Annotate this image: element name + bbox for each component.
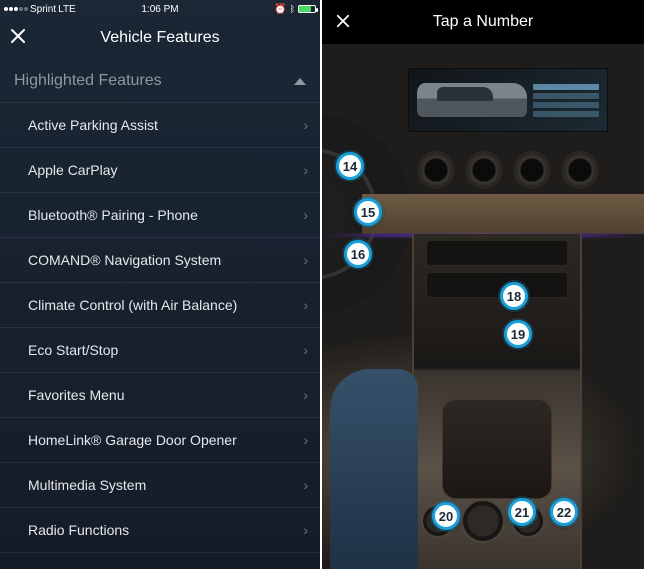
screen-vehicle-features: Sprint LTE 1:06 PM ⏰ ᛒ Vehicle Features … [0,0,322,569]
feature-item-climate-control[interactable]: Climate Control (with Air Balance) › [0,283,320,328]
feature-item-eco-start-stop[interactable]: Eco Start/Stop › [0,328,320,373]
hotspot-20[interactable]: 20 [432,502,460,530]
collapse-caret-icon [294,78,306,85]
section-header-label: Highlighted Features [14,72,162,90]
feature-item-radio[interactable]: Radio Functions › [0,508,320,553]
chevron-right-icon: › [303,207,308,223]
feature-item-favorites-menu[interactable]: Favorites Menu › [0,373,320,418]
hotspot-number: 20 [439,509,453,524]
hotspot-21[interactable]: 21 [508,498,536,526]
feature-item-active-parking-assist[interactable]: Active Parking Assist › [0,103,320,148]
status-right: ⏰ ᛒ [274,4,316,15]
signal-strength-icon [4,7,28,11]
feature-label: Multimedia System [28,477,146,493]
alarm-icon: ⏰ [274,4,286,15]
hotspot-18[interactable]: 18 [500,282,528,310]
chevron-right-icon: › [303,342,308,358]
hotspot-number: 22 [557,505,571,520]
vehicle-illustration [417,83,527,117]
feature-label: Radio Functions [28,522,129,538]
network-label: LTE [58,4,76,15]
chevron-right-icon: › [303,162,308,178]
feature-label: Eco Start/Stop [28,342,118,358]
feature-label: COMAND® Navigation System [28,252,221,268]
feature-label: Favorites Menu [28,387,124,403]
feature-item-multimedia[interactable]: Multimedia System › [0,463,320,508]
feature-label: Apple CarPlay [28,162,118,178]
screen-ar-tap-number: Tap a Number 14 15 16 18 19 20 21 22 [322,0,644,569]
ar-camera-view[interactable]: 14 15 16 18 19 20 21 22 [322,44,644,569]
hotspot-number: 14 [343,159,357,174]
dashboard-display [408,68,608,132]
section-header-highlighted[interactable]: Highlighted Features [0,58,320,103]
hotspot-number: 15 [361,205,375,220]
touchpad [442,399,552,499]
feature-list: Active Parking Assist › Apple CarPlay › … [0,103,320,553]
hotspot-19[interactable]: 19 [504,320,532,348]
hotspot-16[interactable]: 16 [344,240,372,268]
chevron-right-icon: › [303,387,308,403]
hotspot-15[interactable]: 15 [354,198,382,226]
air-vents [382,150,634,190]
dashboard-menu [533,84,599,117]
feature-label: Bluetooth® Pairing - Phone [28,207,198,223]
close-icon [10,28,26,44]
bluetooth-icon: ᛒ [290,4,295,14]
chevron-right-icon: › [303,432,308,448]
feature-label: HomeLink® Garage Door Opener [28,432,237,448]
feature-label: Active Parking Assist [28,117,158,133]
feature-item-comand-navigation[interactable]: COMAND® Navigation System › [0,238,320,283]
feature-label: Climate Control (with Air Balance) [28,297,237,313]
hotspot-number: 21 [515,505,529,520]
status-bar: Sprint LTE 1:06 PM ⏰ ᛒ [0,0,320,18]
nav-bar: Tap a Number [322,0,644,44]
hotspot-14[interactable]: 14 [336,152,364,180]
close-button[interactable] [10,28,26,48]
battery-icon [298,5,316,13]
hotspot-22[interactable]: 22 [550,498,578,526]
hotspot-number: 18 [507,289,521,304]
close-button[interactable] [336,13,350,31]
chevron-right-icon: › [303,522,308,538]
feature-item-homelink[interactable]: HomeLink® Garage Door Opener › [0,418,320,463]
chevron-right-icon: › [303,297,308,313]
chevron-right-icon: › [303,477,308,493]
feature-item-bluetooth-pairing[interactable]: Bluetooth® Pairing - Phone › [0,193,320,238]
nav-bar: Vehicle Features [0,18,320,58]
carrier-label: Sprint [30,4,56,15]
clock: 1:06 PM [141,4,178,15]
close-icon [336,14,350,28]
status-left: Sprint LTE [4,4,76,15]
chevron-right-icon: › [303,117,308,133]
page-title: Tap a Number [433,13,534,31]
feature-item-apple-carplay[interactable]: Apple CarPlay › [0,148,320,193]
wood-trim [362,194,644,234]
chevron-right-icon: › [303,252,308,268]
hotspot-number: 19 [511,327,525,342]
control-knobs [393,491,573,551]
hotspot-number: 16 [351,247,365,262]
page-title: Vehicle Features [100,29,219,47]
